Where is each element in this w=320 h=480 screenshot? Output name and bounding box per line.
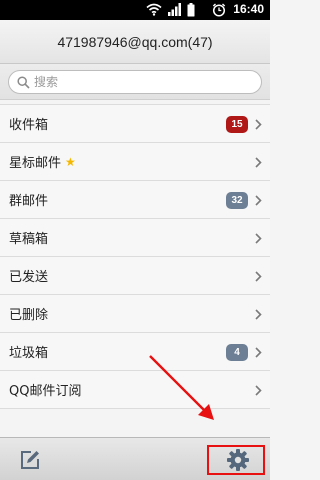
unread-badge: 15	[226, 116, 248, 133]
account-title[interactable]: 471987946@qq.com(47)	[57, 34, 212, 50]
account-header: 471987946@qq.com(47)	[0, 20, 270, 64]
unread-badge: 4	[226, 344, 248, 361]
folder-inbox[interactable]: 收件箱 15	[0, 105, 270, 143]
folder-starred[interactable]: 星标邮件 ★	[0, 143, 270, 181]
compose-button[interactable]	[18, 448, 42, 472]
folder-deleted[interactable]: 已删除	[0, 295, 270, 333]
chevron-right-icon	[255, 157, 262, 168]
folder-label: 垃圾箱	[9, 346, 49, 361]
battery-icon	[187, 3, 195, 17]
chevron-right-icon	[255, 309, 262, 320]
folder-label: 草稿箱	[9, 232, 49, 247]
search-bar	[0, 64, 270, 100]
folder-label: 群邮件	[9, 194, 49, 209]
status-bar: 16:40	[0, 0, 270, 20]
chevron-right-icon	[255, 233, 262, 244]
folder-list: 收件箱 15 星标邮件 ★ 群邮件 32 草稿箱 已发送 已删除 垃圾箱 4 Q…	[0, 104, 270, 409]
chevron-right-icon	[255, 195, 262, 206]
settings-highlight-box	[207, 445, 265, 475]
chevron-right-icon	[255, 119, 262, 130]
folder-spam[interactable]: 垃圾箱 4	[0, 333, 270, 371]
star-icon: ★	[65, 154, 76, 169]
folder-label: 星标邮件	[9, 156, 62, 171]
folder-drafts[interactable]: 草稿箱	[0, 219, 270, 257]
wifi-icon	[146, 3, 162, 16]
folder-group-mail[interactable]: 群邮件 32	[0, 181, 270, 219]
folder-label: 收件箱	[9, 118, 49, 133]
alarm-clock-icon	[212, 3, 226, 17]
chevron-right-icon	[255, 385, 262, 396]
signal-icon	[168, 3, 181, 16]
folder-sent[interactable]: 已发送	[0, 257, 270, 295]
chevron-right-icon	[255, 271, 262, 282]
folder-label: 已删除	[9, 308, 49, 323]
search-icon	[17, 75, 30, 89]
folder-label: QQ邮件订阅	[9, 384, 82, 399]
folder-label: 已发送	[9, 270, 49, 285]
unread-badge: 32	[226, 192, 248, 209]
search-field[interactable]	[8, 70, 262, 94]
search-input[interactable]	[34, 75, 234, 89]
chevron-right-icon	[255, 347, 262, 358]
status-time: 16:40	[233, 2, 264, 16]
folder-qq-subscription[interactable]: QQ邮件订阅	[0, 371, 270, 409]
compose-icon	[21, 451, 39, 469]
